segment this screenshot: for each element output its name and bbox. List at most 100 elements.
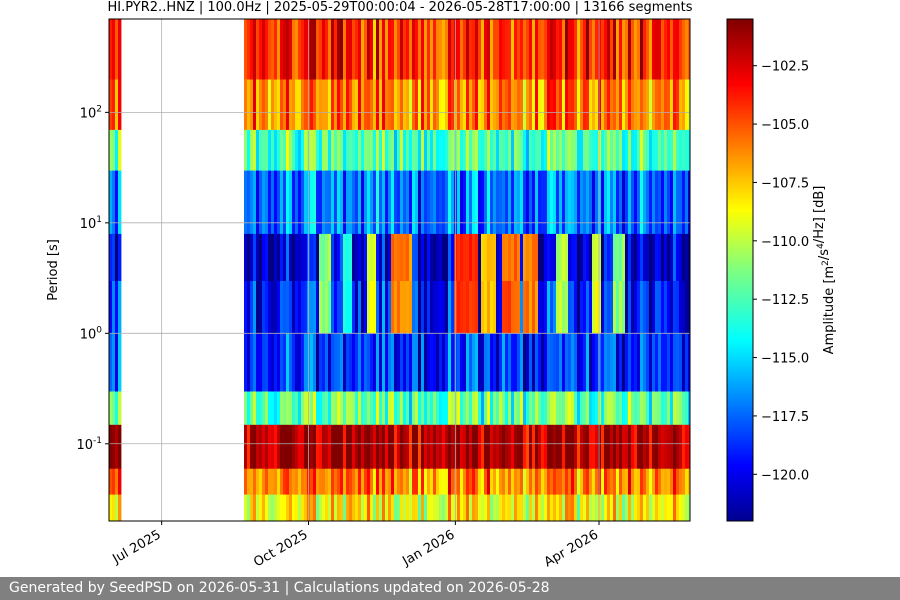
heatmap-cell	[382, 129, 386, 171]
heatmap-cell	[313, 391, 317, 425]
heatmap-cell	[319, 424, 323, 469]
heatmap-cell	[655, 79, 659, 130]
heatmap-cell	[343, 129, 347, 171]
heatmap-cell	[352, 333, 356, 392]
heatmap-cell	[250, 79, 254, 130]
heatmap-cell	[658, 280, 662, 334]
heatmap-cell	[286, 424, 290, 469]
heatmap-cell	[604, 333, 608, 392]
heatmap-cell	[646, 233, 650, 281]
heatmap-cell	[277, 170, 281, 234]
heatmap-cell	[115, 391, 119, 425]
heatmap-cell	[532, 494, 536, 521]
heatmap-cell	[517, 424, 521, 469]
heatmap-cell	[304, 170, 308, 234]
heatmap-cell	[625, 333, 629, 392]
heatmap-cell	[343, 468, 347, 495]
heatmap-cell	[433, 19, 437, 80]
heatmap-cell	[361, 494, 365, 521]
heatmap-cell	[439, 424, 443, 469]
heatmap-cell	[112, 424, 116, 469]
heatmap-cell	[478, 19, 482, 80]
heatmap-cell	[379, 233, 383, 281]
heatmap-cell	[436, 494, 440, 521]
heatmap-cell	[655, 494, 659, 521]
heatmap-cell	[460, 170, 464, 234]
heatmap-cell	[514, 391, 518, 425]
heatmap-cell	[334, 333, 338, 392]
heatmap-cell	[325, 233, 329, 281]
heatmap-cell	[499, 333, 503, 392]
heatmap-cell	[445, 79, 449, 130]
heatmap-cell	[670, 391, 674, 425]
heatmap-cell	[331, 468, 335, 495]
heatmap-cell	[355, 233, 359, 281]
heatmap-cell	[403, 391, 407, 425]
heatmap-cell	[313, 494, 317, 521]
heatmap-cell	[406, 494, 410, 521]
heatmap-cell	[628, 494, 632, 521]
heatmap-cell	[427, 280, 431, 334]
heatmap-cell	[310, 19, 314, 80]
heatmap-cell	[115, 424, 119, 469]
heatmap-cell	[439, 19, 443, 80]
heatmap-cell	[631, 170, 635, 234]
heatmap-cell	[379, 468, 383, 495]
heatmap-cell	[457, 19, 461, 80]
heatmap-cell	[442, 468, 446, 495]
heatmap-cell	[115, 494, 119, 521]
heatmap-cell	[607, 280, 611, 334]
heatmap-cell	[685, 79, 689, 130]
heatmap-cell	[406, 19, 410, 80]
heatmap-cell	[649, 280, 653, 334]
heatmap-cell	[271, 19, 275, 80]
heatmap-cell	[340, 233, 344, 281]
heatmap-cell	[421, 233, 425, 281]
heatmap-cell	[475, 170, 479, 234]
heatmap-cell	[628, 333, 632, 392]
heatmap-cell	[388, 468, 392, 495]
heatmap-cell	[679, 280, 683, 334]
heatmap-cell	[541, 280, 545, 334]
heatmap-cell	[319, 129, 323, 171]
heatmap-cell	[271, 79, 275, 130]
heatmap-cell	[331, 79, 335, 130]
heatmap-cell	[502, 468, 506, 495]
heatmap-cell	[304, 129, 308, 171]
heatmap-cell	[670, 494, 674, 521]
heatmap-cell	[598, 280, 602, 334]
heatmap-cell	[415, 79, 419, 130]
heatmap-cell	[109, 129, 113, 171]
heatmap-cell	[331, 391, 335, 425]
heatmap-cell	[331, 233, 335, 281]
y-tick-label: 100	[80, 325, 103, 342]
heatmap-cell	[316, 424, 320, 469]
heatmap-cell	[541, 129, 545, 171]
heatmap-cell	[286, 19, 290, 80]
heatmap-cell	[622, 79, 626, 130]
heatmap-cell	[553, 170, 557, 234]
heatmap-cell	[493, 280, 497, 334]
heatmap-cell	[613, 129, 617, 171]
heatmap-cell	[625, 424, 629, 469]
heatmap-cell	[253, 391, 257, 425]
heatmap-cell	[508, 391, 512, 425]
heatmap-cell	[115, 79, 119, 130]
heatmap-cell	[262, 233, 266, 281]
heatmap-cell	[292, 468, 296, 495]
heatmap-cell	[280, 424, 284, 469]
heatmap-cell	[619, 333, 623, 392]
heatmap-cell	[637, 129, 641, 171]
heatmap-cell	[625, 233, 629, 281]
heatmap-cell	[571, 233, 575, 281]
heatmap-cell	[565, 280, 569, 334]
heatmap-cell	[517, 79, 521, 130]
heatmap-cell	[439, 391, 443, 425]
heatmap-cell	[118, 333, 122, 392]
heatmap-cell	[505, 468, 509, 495]
heatmap-cell	[658, 333, 662, 392]
heatmap-cell	[463, 424, 467, 469]
heatmap-cell	[277, 79, 281, 130]
heatmap-cell	[349, 468, 353, 495]
heatmap-cell	[586, 494, 590, 521]
